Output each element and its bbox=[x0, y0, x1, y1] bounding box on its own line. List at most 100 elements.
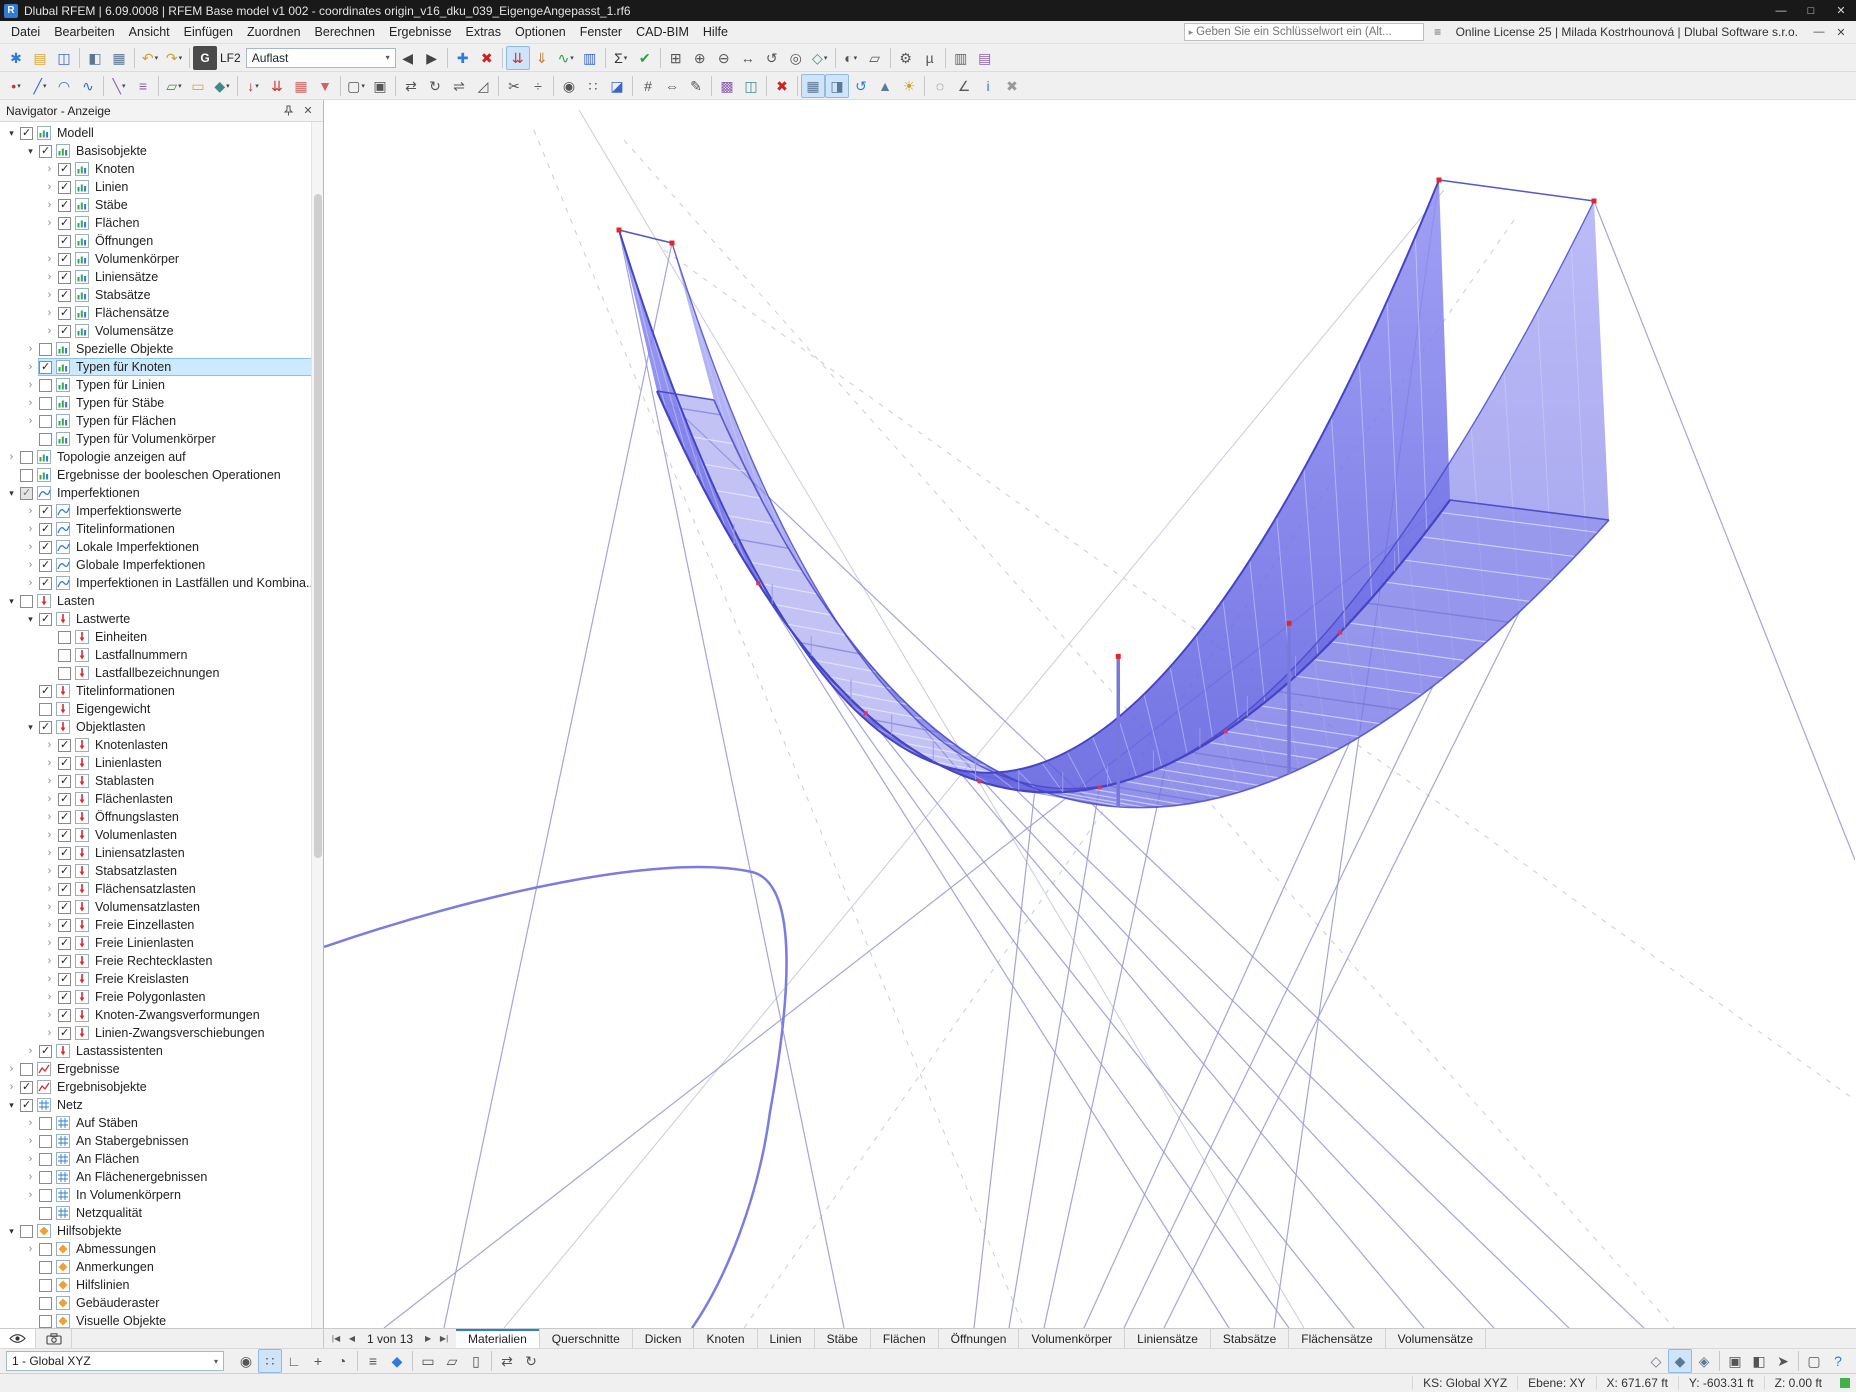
close-panel-icon[interactable]: ✕ bbox=[299, 102, 317, 120]
expand-icon[interactable]: › bbox=[23, 541, 38, 553]
tree-checkbox[interactable] bbox=[39, 1188, 52, 1202]
workplane-xz-button[interactable]: ▱ bbox=[440, 1349, 464, 1373]
tree-item[interactable]: › Lastassistenten bbox=[0, 1042, 323, 1060]
document-minimize-button[interactable]: — bbox=[1808, 23, 1830, 41]
tree-checkbox[interactable] bbox=[58, 756, 71, 770]
tree-item[interactable]: › An Flächen bbox=[0, 1150, 323, 1168]
tree-item[interactable]: › Ergebnisobjekte bbox=[0, 1078, 323, 1096]
tree-checkbox[interactable] bbox=[39, 1260, 52, 1274]
expand-icon[interactable]: › bbox=[23, 505, 38, 517]
tree-checkbox[interactable] bbox=[39, 144, 52, 158]
tree-item[interactable]: › Freie Linienlasten bbox=[0, 934, 323, 952]
table-tab-volumenkrper[interactable]: Volumenkörper bbox=[1019, 1329, 1126, 1348]
tree-item[interactable]: › Freie Polygonlasten bbox=[0, 988, 323, 1006]
tree-item[interactable]: Anmerkungen bbox=[0, 1258, 323, 1276]
expand-icon[interactable]: › bbox=[23, 1153, 38, 1165]
result-tables-button[interactable]: ▥ bbox=[578, 46, 602, 70]
menu-item-cad-bim[interactable]: CAD-BIM bbox=[629, 22, 696, 42]
tree-checkbox[interactable] bbox=[58, 1026, 71, 1040]
expand-icon[interactable]: › bbox=[42, 829, 57, 841]
background-color-button[interactable]: ◧ bbox=[1747, 1349, 1771, 1373]
menu-item-fenster[interactable]: Fenster bbox=[573, 22, 629, 42]
expand-icon[interactable]: › bbox=[23, 361, 38, 373]
tree-item[interactable]: ▾ Basisobjekte bbox=[0, 142, 323, 160]
scrollbar-thumb[interactable] bbox=[314, 194, 322, 858]
move-copy-button[interactable]: ⇄ bbox=[399, 74, 423, 98]
tree-checkbox[interactable] bbox=[58, 666, 71, 680]
expand-icon[interactable]: › bbox=[42, 199, 57, 211]
table-tab-knoten[interactable]: Knoten bbox=[694, 1329, 758, 1348]
coordinate-system-select[interactable]: 1 - Global XYZ ▾ bbox=[6, 1351, 224, 1371]
table-tab-flchenstze[interactable]: Flächensätze bbox=[1289, 1329, 1386, 1348]
tree-checkbox[interactable] bbox=[58, 882, 71, 896]
view-direction-button[interactable]: ➤ bbox=[1771, 1349, 1795, 1373]
expand-icon[interactable]: › bbox=[42, 757, 57, 769]
undo-button[interactable]: ↶ ▾ bbox=[138, 46, 162, 70]
collapse-icon[interactable]: ▾ bbox=[4, 1100, 19, 1111]
tree-checkbox[interactable] bbox=[39, 1134, 52, 1148]
tree-checkbox[interactable] bbox=[39, 1152, 52, 1166]
tree-item[interactable]: › Stablasten bbox=[0, 772, 323, 790]
tree-checkbox[interactable] bbox=[58, 198, 71, 212]
tree-item[interactable]: › Typen für Flächen bbox=[0, 412, 323, 430]
tree-item[interactable]: › Titelinformationen bbox=[0, 520, 323, 538]
tree-checkbox[interactable] bbox=[58, 1008, 71, 1022]
tree-item[interactable]: › Spezielle Objekte bbox=[0, 340, 323, 358]
expand-icon[interactable]: › bbox=[23, 1171, 38, 1183]
tree-item[interactable]: Einheiten bbox=[0, 628, 323, 646]
tree-checkbox[interactable] bbox=[39, 360, 52, 374]
tree-item[interactable]: › Auf Stäben bbox=[0, 1114, 323, 1132]
next-load-case-button[interactable]: ▶ bbox=[420, 46, 444, 70]
snap-settings-button[interactable]: ◉ bbox=[557, 74, 581, 98]
tree-item[interactable]: › Knoten-Zwangsverformungen bbox=[0, 1006, 323, 1024]
tree-checkbox[interactable] bbox=[58, 630, 71, 644]
workplane-yz-button[interactable]: ▯ bbox=[464, 1349, 488, 1373]
tree-checkbox[interactable] bbox=[39, 378, 52, 392]
expand-icon[interactable]: › bbox=[42, 289, 57, 301]
expand-icon[interactable]: › bbox=[23, 1189, 38, 1201]
table-tab-flchen[interactable]: Flächen bbox=[871, 1329, 939, 1348]
expand-icon[interactable]: › bbox=[23, 343, 38, 355]
tree-checkbox[interactable] bbox=[58, 810, 71, 824]
ortho-toggle-button[interactable]: ∟ bbox=[282, 1349, 306, 1373]
window-close-button[interactable]: ✕ bbox=[1826, 0, 1856, 21]
tree-checkbox[interactable] bbox=[20, 1062, 33, 1076]
divide-line-button[interactable]: ÷ bbox=[526, 74, 550, 98]
tree-item[interactable]: Visuelle Objekte bbox=[0, 1312, 323, 1328]
tree-item[interactable]: › Imperfektionen in Lastfällen und Kombin… bbox=[0, 574, 323, 592]
show-margins-button[interactable]: ▣ bbox=[1723, 1349, 1747, 1373]
expand-icon[interactable]: › bbox=[42, 775, 57, 787]
work-plane-button[interactable]: ◪ bbox=[605, 74, 629, 98]
transparent-render-button[interactable]: ◈ bbox=[1692, 1349, 1716, 1373]
tree-checkbox[interactable] bbox=[58, 648, 71, 662]
tree-item[interactable]: Hilfslinien bbox=[0, 1276, 323, 1294]
tree-item[interactable]: › Typen für Knoten bbox=[0, 358, 323, 376]
collapse-icon[interactable]: ▾ bbox=[23, 614, 38, 625]
tree-item[interactable]: › Volumenlasten bbox=[0, 826, 323, 844]
collapse-icon[interactable]: ▾ bbox=[4, 1226, 19, 1237]
table-tab-volumenstze[interactable]: Volumensätze bbox=[1386, 1329, 1487, 1348]
table-tab-linienstze[interactable]: Liniensätze bbox=[1125, 1329, 1211, 1348]
tree-checkbox[interactable] bbox=[39, 702, 52, 716]
calculate-all-button[interactable]: Σ ▾ bbox=[609, 46, 633, 70]
tree-item[interactable]: › Flächensatzlasten bbox=[0, 880, 323, 898]
menu-item-hilfe[interactable]: Hilfe bbox=[696, 22, 735, 42]
graphic-mode-toggle-button[interactable]: G bbox=[193, 45, 217, 70]
tree-item[interactable]: › Linien-Zwangsverschiebungen bbox=[0, 1024, 323, 1042]
zoom-in-button[interactable]: ⊕ bbox=[688, 46, 712, 70]
expand-icon[interactable]: › bbox=[42, 901, 57, 913]
tree-item[interactable]: ▾ Hilfsobjekte bbox=[0, 1222, 323, 1240]
pan-view-button[interactable]: ↔ bbox=[736, 46, 760, 70]
menu-item-bearbeiten[interactable]: Bearbeiten bbox=[47, 22, 121, 42]
tree-checkbox[interactable] bbox=[39, 1278, 52, 1292]
expand-icon[interactable]: › bbox=[42, 793, 57, 805]
find-object-button[interactable]: ◌ bbox=[928, 74, 952, 98]
tree-item[interactable]: › Liniensätze bbox=[0, 268, 323, 286]
menu-item-ergebnisse[interactable]: Ergebnisse bbox=[382, 22, 459, 42]
display-navigator-tab[interactable] bbox=[0, 1329, 36, 1348]
load-case-select[interactable]: Auflast ▾ bbox=[245, 47, 396, 68]
expand-icon[interactable]: › bbox=[42, 1027, 57, 1039]
delete-results-button[interactable]: ✖ bbox=[1000, 74, 1024, 98]
wireframe-render-button[interactable]: ◇ bbox=[1644, 1349, 1668, 1373]
tree-checkbox[interactable] bbox=[39, 1170, 52, 1184]
